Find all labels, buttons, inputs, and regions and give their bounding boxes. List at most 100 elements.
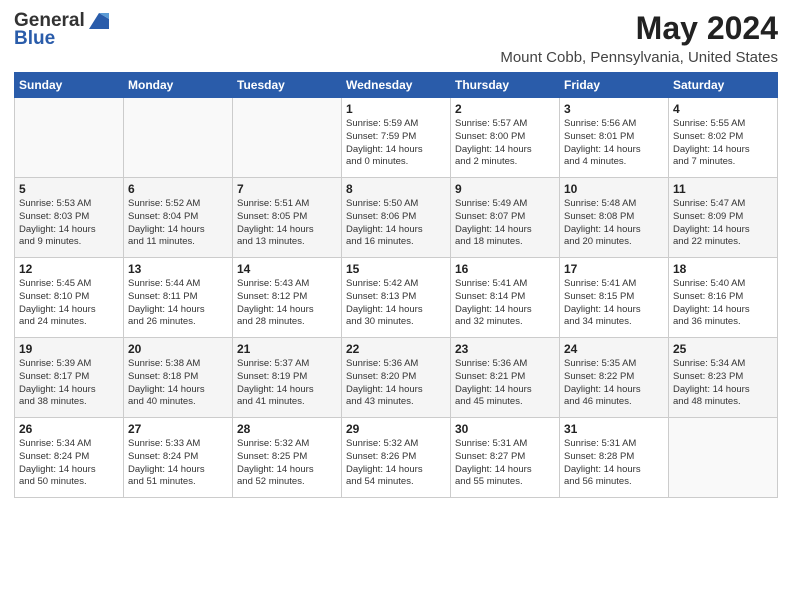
day-detail-line: Sunrise: 5:43 AM bbox=[237, 278, 337, 291]
main-title: May 2024 bbox=[500, 10, 778, 47]
day-detail-line: Sunset: 8:23 PM bbox=[673, 371, 773, 384]
day-number: 13 bbox=[128, 262, 228, 276]
calendar-header-row: SundayMondayTuesdayWednesdayThursdayFrid… bbox=[15, 73, 778, 98]
day-detail-line: and 38 minutes. bbox=[19, 396, 119, 409]
day-detail-line: and 32 minutes. bbox=[455, 316, 555, 329]
day-detail: Sunrise: 5:53 AMSunset: 8:03 PMDaylight:… bbox=[19, 198, 119, 249]
day-detail-line: Sunset: 8:20 PM bbox=[346, 371, 446, 384]
day-detail-line: Sunrise: 5:44 AM bbox=[128, 278, 228, 291]
day-detail-line: Daylight: 14 hours bbox=[346, 224, 446, 237]
day-detail-line: Sunrise: 5:38 AM bbox=[128, 358, 228, 371]
day-detail-line: Sunrise: 5:33 AM bbox=[128, 438, 228, 451]
day-detail: Sunrise: 5:41 AMSunset: 8:15 PMDaylight:… bbox=[564, 278, 664, 329]
day-detail: Sunrise: 5:32 AMSunset: 8:25 PMDaylight:… bbox=[237, 438, 337, 489]
day-detail-line: Daylight: 14 hours bbox=[455, 464, 555, 477]
day-detail-line: Sunrise: 5:41 AM bbox=[455, 278, 555, 291]
day-detail-line: Sunset: 8:22 PM bbox=[564, 371, 664, 384]
day-number: 23 bbox=[455, 342, 555, 356]
calendar-cell: 11Sunrise: 5:47 AMSunset: 8:09 PMDayligh… bbox=[669, 178, 778, 258]
calendar-cell: 19Sunrise: 5:39 AMSunset: 8:17 PMDayligh… bbox=[15, 338, 124, 418]
day-detail: Sunrise: 5:44 AMSunset: 8:11 PMDaylight:… bbox=[128, 278, 228, 329]
calendar-cell: 23Sunrise: 5:36 AMSunset: 8:21 PMDayligh… bbox=[451, 338, 560, 418]
page: General Blue May 2024 Mount Cobb, Pennsy… bbox=[0, 0, 792, 612]
day-detail: Sunrise: 5:51 AMSunset: 8:05 PMDaylight:… bbox=[237, 198, 337, 249]
col-header-friday: Friday bbox=[560, 73, 669, 98]
calendar-cell: 24Sunrise: 5:35 AMSunset: 8:22 PMDayligh… bbox=[560, 338, 669, 418]
day-detail: Sunrise: 5:57 AMSunset: 8:00 PMDaylight:… bbox=[455, 118, 555, 169]
calendar-cell: 31Sunrise: 5:31 AMSunset: 8:28 PMDayligh… bbox=[560, 418, 669, 498]
day-detail-line: Sunset: 8:09 PM bbox=[673, 211, 773, 224]
col-header-thursday: Thursday bbox=[451, 73, 560, 98]
calendar-cell: 26Sunrise: 5:34 AMSunset: 8:24 PMDayligh… bbox=[15, 418, 124, 498]
day-detail: Sunrise: 5:35 AMSunset: 8:22 PMDaylight:… bbox=[564, 358, 664, 409]
day-detail-line: Sunset: 8:04 PM bbox=[128, 211, 228, 224]
day-detail-line: Sunrise: 5:41 AM bbox=[564, 278, 664, 291]
day-detail-line: Daylight: 14 hours bbox=[455, 304, 555, 317]
calendar-cell: 20Sunrise: 5:38 AMSunset: 8:18 PMDayligh… bbox=[124, 338, 233, 418]
day-detail-line: Daylight: 14 hours bbox=[346, 384, 446, 397]
calendar-cell: 25Sunrise: 5:34 AMSunset: 8:23 PMDayligh… bbox=[669, 338, 778, 418]
day-detail: Sunrise: 5:42 AMSunset: 8:13 PMDaylight:… bbox=[346, 278, 446, 329]
day-detail-line: Daylight: 14 hours bbox=[346, 464, 446, 477]
day-detail-line: Daylight: 14 hours bbox=[564, 144, 664, 157]
day-detail-line: and 2 minutes. bbox=[455, 156, 555, 169]
calendar-cell: 16 Sunrise: 5:41 AMSunset: 8:14 PMDayligh… bbox=[451, 258, 560, 338]
day-detail-line: Sunrise: 5:32 AM bbox=[237, 438, 337, 451]
day-number: 2 bbox=[455, 102, 555, 116]
day-detail-line: Daylight: 14 hours bbox=[455, 224, 555, 237]
day-detail: Sunrise: 5:56 AMSunset: 8:01 PMDaylight:… bbox=[564, 118, 664, 169]
day-detail-line: and 46 minutes. bbox=[564, 396, 664, 409]
day-detail-line: and 28 minutes. bbox=[237, 316, 337, 329]
day-detail-line: Sunset: 8:02 PM bbox=[673, 131, 773, 144]
logo-blue: Blue bbox=[14, 28, 55, 50]
day-detail-line: Sunset: 8:10 PM bbox=[19, 291, 119, 304]
day-detail: Sunrise: 5:31 AMSunset: 8:27 PMDaylight:… bbox=[455, 438, 555, 489]
day-detail-line: Sunset: 8:24 PM bbox=[19, 451, 119, 464]
day-number: 20 bbox=[128, 342, 228, 356]
day-detail-line: and 24 minutes. bbox=[19, 316, 119, 329]
day-detail-line: Sunrise: 5:36 AM bbox=[455, 358, 555, 371]
day-detail-line: Sunset: 8:07 PM bbox=[455, 211, 555, 224]
day-number: 16 bbox=[455, 262, 555, 276]
day-detail-line: Sunrise: 5:39 AM bbox=[19, 358, 119, 371]
day-detail-line: Sunrise: 5:35 AM bbox=[564, 358, 664, 371]
day-detail-line: Sunset: 8:08 PM bbox=[564, 211, 664, 224]
day-detail-line: Sunrise: 5:31 AM bbox=[564, 438, 664, 451]
day-detail-line: Sunset: 8:12 PM bbox=[237, 291, 337, 304]
day-detail-line: and 34 minutes. bbox=[564, 316, 664, 329]
day-detail-line: Sunset: 8:05 PM bbox=[237, 211, 337, 224]
day-detail: Sunrise: 5:47 AMSunset: 8:09 PMDaylight:… bbox=[673, 198, 773, 249]
day-detail-line: Daylight: 14 hours bbox=[237, 464, 337, 477]
day-detail-line: Sunset: 8:00 PM bbox=[455, 131, 555, 144]
day-detail-line: Sunset: 8:14 PM bbox=[455, 291, 555, 304]
calendar-cell: 5Sunrise: 5:53 AMSunset: 8:03 PMDaylight… bbox=[15, 178, 124, 258]
day-detail-line: and 36 minutes. bbox=[673, 316, 773, 329]
day-number: 9 bbox=[455, 182, 555, 196]
day-number: 25 bbox=[673, 342, 773, 356]
calendar-table: SundayMondayTuesdayWednesdayThursdayFrid… bbox=[14, 72, 778, 498]
calendar-cell: 22Sunrise: 5:36 AMSunset: 8:20 PMDayligh… bbox=[342, 338, 451, 418]
calendar-week-row: 19Sunrise: 5:39 AMSunset: 8:17 PMDayligh… bbox=[15, 338, 778, 418]
calendar-cell: 4Sunrise: 5:55 AMSunset: 8:02 PMDaylight… bbox=[669, 98, 778, 178]
day-detail-line: Daylight: 14 hours bbox=[564, 384, 664, 397]
day-number: 28 bbox=[237, 422, 337, 436]
day-detail: Sunrise: 5:31 AMSunset: 8:28 PMDaylight:… bbox=[564, 438, 664, 489]
day-detail-line: Sunset: 8:15 PM bbox=[564, 291, 664, 304]
day-detail-line: Sunrise: 5:48 AM bbox=[564, 198, 664, 211]
col-header-tuesday: Tuesday bbox=[233, 73, 342, 98]
calendar-week-row: 5Sunrise: 5:53 AMSunset: 8:03 PMDaylight… bbox=[15, 178, 778, 258]
calendar-cell bbox=[669, 418, 778, 498]
calendar-cell: 30Sunrise: 5:31 AMSunset: 8:27 PMDayligh… bbox=[451, 418, 560, 498]
day-detail-line: Sunset: 8:13 PM bbox=[346, 291, 446, 304]
day-detail-line: Sunrise: 5:47 AM bbox=[673, 198, 773, 211]
day-detail-line: and 50 minutes. bbox=[19, 476, 119, 489]
calendar-cell: 10Sunrise: 5:48 AMSunset: 8:08 PMDayligh… bbox=[560, 178, 669, 258]
day-detail-line: Daylight: 14 hours bbox=[673, 384, 773, 397]
day-detail-line: Daylight: 14 hours bbox=[564, 304, 664, 317]
day-detail: Sunrise: 5:36 AMSunset: 8:20 PMDaylight:… bbox=[346, 358, 446, 409]
calendar-cell: 6Sunrise: 5:52 AMSunset: 8:04 PMDaylight… bbox=[124, 178, 233, 258]
day-detail-line: Daylight: 14 hours bbox=[455, 144, 555, 157]
day-number: 19 bbox=[19, 342, 119, 356]
header: General Blue May 2024 Mount Cobb, Pennsy… bbox=[14, 10, 778, 66]
calendar-week-row: 1Sunrise: 5:59 AMSunset: 7:59 PMDaylight… bbox=[15, 98, 778, 178]
